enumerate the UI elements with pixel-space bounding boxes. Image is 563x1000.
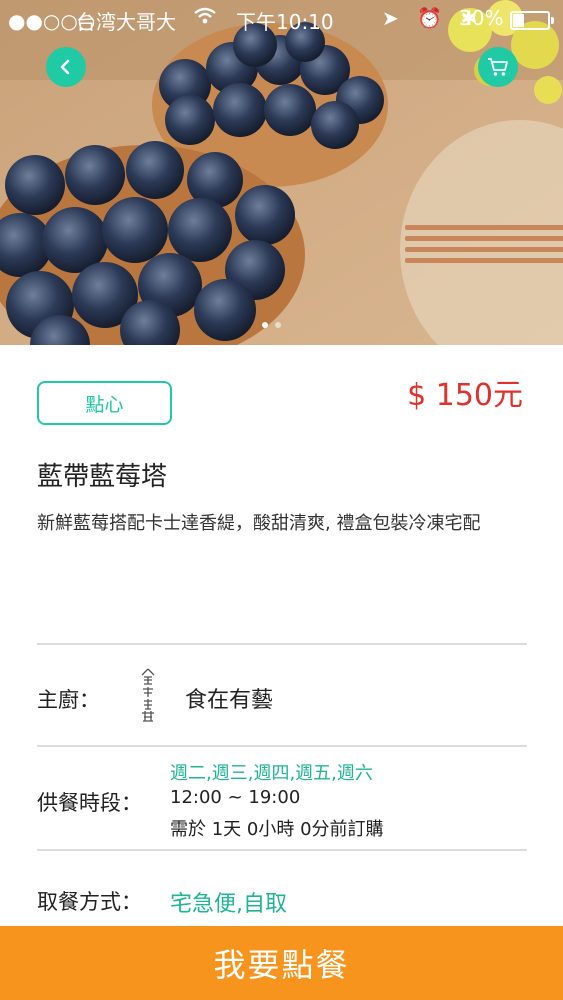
pickup-methods: 宅急便,自取 [170,892,287,917]
order-button[interactable]: 我要點餐 [0,926,563,1000]
product-title: 藍帶藍莓塔 [37,462,168,492]
schedule-label: 供餐時段： [37,791,142,815]
divider [37,643,527,645]
wifi-icon [193,6,217,26]
serving-days: 週二,週三,週四,週五,週六 [170,763,373,784]
product-hero-image: ●●○○○ 台湾大哥大 下午10:10 ➤ ⏰ ✱ 30% [0,0,563,345]
chef-name[interactable]: 食在有藝 [185,682,273,714]
chef-logo [139,667,157,723]
carousel-dot[interactable] [262,322,268,328]
cart-icon [487,57,509,77]
carrier-name: 台湾大哥大 [76,10,176,34]
product-description: 新鮮藍莓搭配卡士達香緹，酸甜清爽, 禮盒包裝冷凍宅配 [37,513,481,534]
battery-percent: 30% [459,6,504,30]
status-bar: ●●○○○ 台湾大哥大 下午10:10 ➤ ⏰ ✱ 30% [0,0,563,38]
carousel-indicator [262,322,281,328]
product-price: $ 150元 [407,378,523,413]
carousel-dot[interactable] [275,322,281,328]
cart-button[interactable] [478,47,518,87]
status-time: 下午10:10 [236,10,334,34]
order-ahead-notice: 需於 1天 0小時 0分前訂購 [170,819,384,840]
chef-label: 主廚： [37,688,100,712]
divider [37,745,527,747]
battery-icon [510,11,554,30]
divider [37,849,527,851]
pickup-label: 取餐方式： [37,890,142,914]
location-icon: ➤ [382,6,405,30]
category-tag: 點心 [37,381,172,425]
serving-hours: 12:00 ~ 19:00 [170,787,301,808]
alarm-icon: ⏰ [417,6,449,30]
blueberry-tart-photo [0,0,563,345]
back-button[interactable] [46,47,86,87]
chevron-left-icon [57,58,75,76]
